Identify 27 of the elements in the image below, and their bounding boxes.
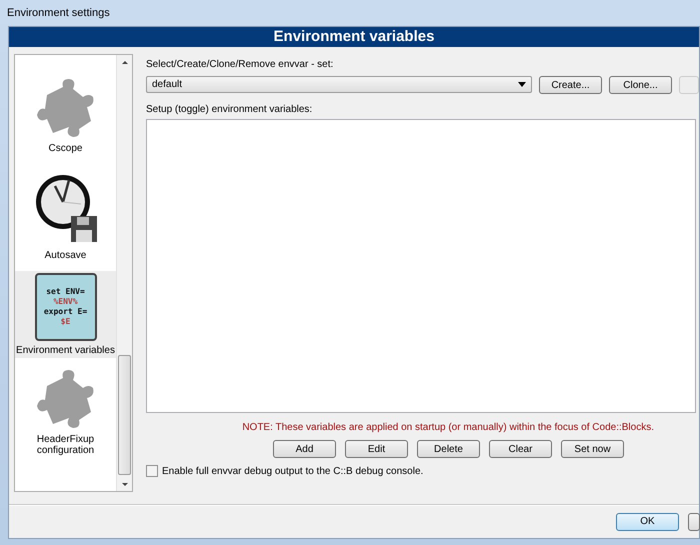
script-text: $E bbox=[60, 317, 70, 327]
list-button[interactable]: Delete bbox=[417, 440, 480, 458]
list-label: Setup (toggle) environment variables: bbox=[146, 104, 314, 117]
set-button[interactable]: Create... bbox=[539, 76, 602, 94]
sidebar-item[interactable]: set ENV= %ENV% export E= $E Environment variables bbox=[15, 271, 116, 358]
sidebar-item[interactable]: HeaderFixup configuration bbox=[15, 366, 116, 458]
partial-button[interactable] bbox=[688, 512, 700, 530]
list-button[interactable]: Add bbox=[273, 440, 336, 458]
list-button[interactable]: Set now bbox=[561, 440, 624, 458]
window-title: Environment settings bbox=[7, 7, 110, 19]
scrollbar[interactable] bbox=[116, 55, 132, 491]
script-text: export E= bbox=[44, 307, 88, 317]
debug-checkbox[interactable]: Enable full envvar debug output to the C::B debug console. bbox=[146, 465, 699, 477]
note-text: NOTE: These variables are applied on startup (or manually) within the focus of Code::Blocks. bbox=[241, 422, 654, 433]
page-header: Environment variables bbox=[9, 27, 699, 47]
list-button[interactable]: Clear bbox=[489, 440, 552, 458]
sidebar-item[interactable]: Autosave bbox=[15, 164, 116, 263]
script-text: %ENV% bbox=[53, 297, 78, 307]
set-label: Select/Create/Clone/Remove envvar - set: bbox=[146, 59, 334, 72]
list-button[interactable]: Edit bbox=[345, 440, 408, 458]
scroll-thumb[interactable] bbox=[118, 355, 131, 475]
dropdown-caret-icon bbox=[518, 82, 526, 87]
sidebar-item[interactable]: Cscope bbox=[15, 75, 116, 156]
ok-button[interactable]: OK bbox=[616, 512, 679, 530]
set-button[interactable]: Clone... bbox=[609, 76, 672, 94]
script-text: set ENV= bbox=[46, 287, 85, 297]
set-dropdown[interactable]: default bbox=[146, 76, 532, 93]
